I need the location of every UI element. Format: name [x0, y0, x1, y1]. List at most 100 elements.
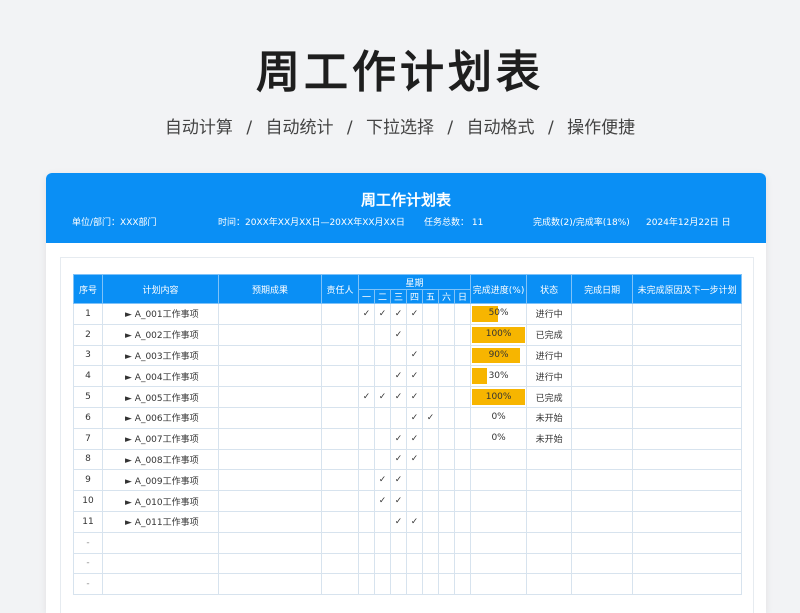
cell-expected[interactable] [218, 469, 322, 492]
cell-owner[interactable] [321, 490, 359, 512]
cell-day-check[interactable]: ✓ [406, 303, 423, 325]
cell-day-check[interactable]: ✓ [406, 427, 423, 450]
cell-done-date[interactable] [571, 490, 634, 512]
cell-status[interactable] [526, 573, 573, 596]
cell-day-check[interactable] [406, 531, 423, 554]
cell-expected[interactable] [218, 323, 322, 346]
cell-status[interactable] [526, 469, 573, 492]
cell-progress[interactable] [470, 552, 528, 575]
cell-content[interactable]: ► A_007工作事项 [102, 427, 219, 450]
cell-reason[interactable] [632, 510, 743, 533]
cell-content[interactable]: ► A_006工作事项 [102, 406, 219, 429]
cell-progress[interactable]: 30% [470, 365, 528, 388]
cell-day-check[interactable] [390, 344, 407, 367]
cell-index[interactable]: - [73, 573, 103, 596]
cell-day-check[interactable] [453, 573, 472, 596]
cell-index[interactable]: 9 [73, 469, 103, 492]
cell-owner[interactable] [321, 510, 359, 533]
cell-day-check[interactable] [438, 510, 455, 533]
cell-day-check[interactable] [422, 510, 439, 533]
cell-day-check[interactable] [422, 552, 439, 575]
cell-owner[interactable] [321, 344, 359, 367]
cell-status[interactable]: 已完成 [526, 386, 573, 408]
cell-owner[interactable] [321, 469, 359, 492]
cell-day-check[interactable] [390, 573, 407, 596]
cell-expected[interactable] [218, 386, 322, 408]
cell-status[interactable]: 已完成 [526, 323, 573, 346]
cell-owner[interactable] [321, 552, 359, 575]
cell-day-check[interactable] [438, 365, 455, 388]
cell-day-check[interactable] [453, 427, 472, 450]
cell-day-check[interactable] [438, 323, 455, 346]
cell-content[interactable] [102, 552, 219, 575]
cell-day-check[interactable] [438, 344, 455, 367]
cell-day-check[interactable] [390, 552, 407, 575]
cell-day-check[interactable]: ✓ [390, 323, 407, 346]
cell-expected[interactable] [218, 406, 322, 429]
cell-reason[interactable] [632, 469, 743, 492]
cell-day-check[interactable] [406, 552, 423, 575]
cell-day-check[interactable]: ✓ [374, 386, 391, 408]
cell-day-check[interactable]: ✓ [422, 406, 439, 429]
cell-status[interactable]: 未开始 [526, 427, 573, 450]
cell-day-check[interactable] [374, 552, 391, 575]
cell-done-date[interactable] [571, 573, 634, 596]
cell-owner[interactable] [321, 386, 359, 408]
cell-expected[interactable] [218, 427, 322, 450]
cell-expected[interactable] [218, 573, 322, 596]
cell-reason[interactable] [632, 303, 743, 325]
cell-day-check[interactable] [374, 406, 391, 429]
cell-day-check[interactable] [438, 448, 455, 471]
cell-day-check[interactable] [406, 469, 423, 492]
cell-day-check[interactable]: ✓ [374, 469, 391, 492]
cell-reason[interactable] [632, 344, 743, 367]
cell-day-check[interactable] [422, 386, 439, 408]
cell-owner[interactable] [321, 531, 359, 554]
cell-day-check[interactable]: ✓ [358, 303, 375, 325]
cell-status[interactable] [526, 490, 573, 512]
cell-index[interactable]: 5 [73, 386, 103, 408]
cell-day-check[interactable] [358, 552, 375, 575]
cell-index[interactable]: 2 [73, 323, 103, 346]
cell-progress[interactable]: 100% [470, 386, 528, 408]
cell-progress[interactable]: 50% [470, 303, 528, 325]
cell-day-check[interactable] [453, 448, 472, 471]
cell-done-date[interactable] [571, 448, 634, 471]
cell-reason[interactable] [632, 448, 743, 471]
cell-day-check[interactable] [358, 365, 375, 388]
cell-reason[interactable] [632, 427, 743, 450]
cell-day-check[interactable]: ✓ [374, 490, 391, 512]
cell-content[interactable]: ► A_011工作事项 [102, 510, 219, 533]
cell-day-check[interactable] [422, 303, 439, 325]
cell-content[interactable]: ► A_004工作事项 [102, 365, 219, 388]
cell-owner[interactable] [321, 365, 359, 388]
cell-day-check[interactable]: ✓ [406, 406, 423, 429]
cell-index[interactable]: 8 [73, 448, 103, 471]
cell-status[interactable] [526, 510, 573, 533]
cell-index[interactable]: 6 [73, 406, 103, 429]
cell-progress[interactable]: 0% [470, 406, 528, 429]
cell-progress[interactable] [470, 448, 528, 471]
cell-day-check[interactable]: ✓ [390, 386, 407, 408]
cell-day-check[interactable]: ✓ [374, 303, 391, 325]
cell-day-check[interactable]: ✓ [406, 344, 423, 367]
cell-day-check[interactable] [358, 427, 375, 450]
cell-progress[interactable]: 100% [470, 323, 528, 346]
cell-day-check[interactable]: ✓ [406, 448, 423, 471]
cell-expected[interactable] [218, 303, 322, 325]
cell-index[interactable]: 10 [73, 490, 103, 512]
cell-content[interactable]: ► A_009工作事项 [102, 469, 219, 492]
cell-reason[interactable] [632, 386, 743, 408]
cell-day-check[interactable] [374, 573, 391, 596]
cell-day-check[interactable] [358, 406, 375, 429]
cell-expected[interactable] [218, 510, 322, 533]
cell-day-check[interactable] [422, 531, 439, 554]
cell-day-check[interactable] [374, 344, 391, 367]
cell-content[interactable]: ► A_005工作事项 [102, 386, 219, 408]
cell-day-check[interactable] [422, 365, 439, 388]
cell-day-check[interactable]: ✓ [390, 448, 407, 471]
cell-day-check[interactable] [390, 406, 407, 429]
cell-day-check[interactable]: ✓ [390, 365, 407, 388]
cell-status[interactable]: 进行中 [526, 344, 573, 367]
cell-day-check[interactable] [374, 427, 391, 450]
